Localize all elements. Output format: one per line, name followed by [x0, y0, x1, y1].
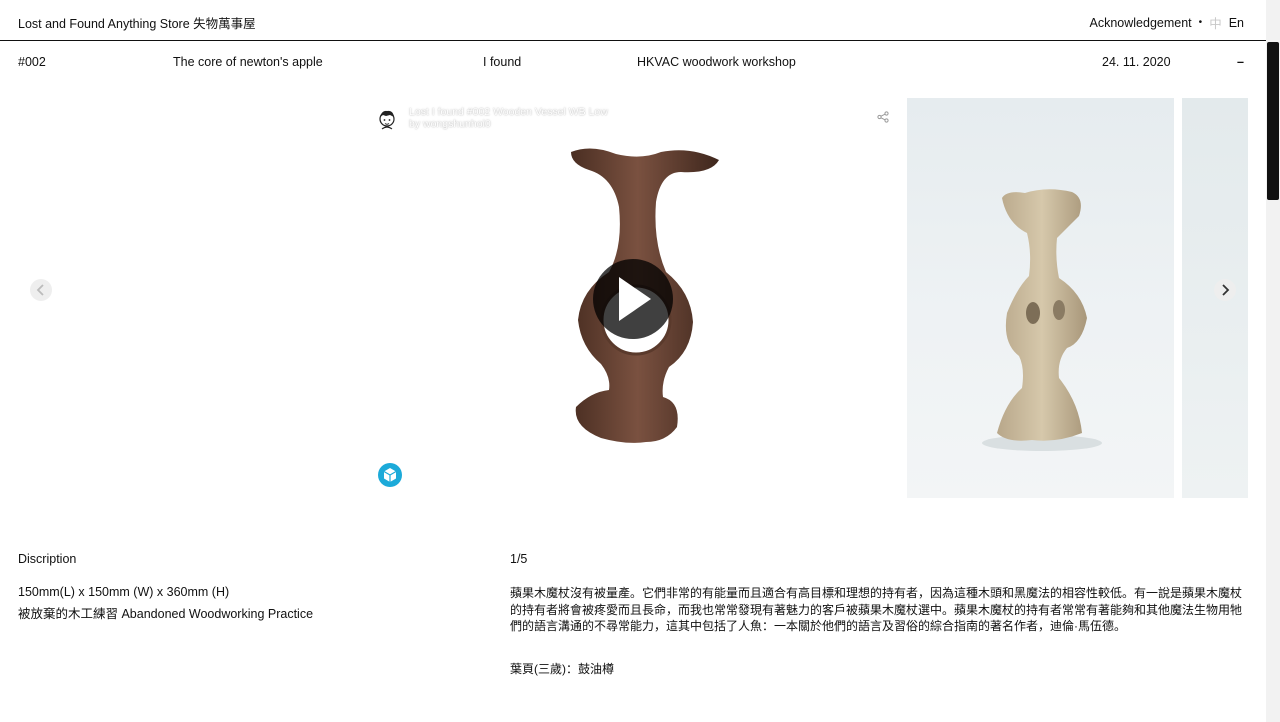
- scrollbar[interactable]: [1266, 0, 1280, 722]
- description-heading: Discription: [18, 552, 77, 566]
- play-icon: [619, 277, 651, 321]
- nav-separator: •: [1198, 17, 1203, 28]
- model-title[interactable]: Lost I found #002 Wooden Vessel WB Low: [409, 106, 608, 118]
- collapse-button[interactable]: –: [1237, 55, 1244, 69]
- share-icon[interactable]: [877, 111, 889, 123]
- item-status: I found: [483, 55, 522, 69]
- acknowledgement-link[interactable]: Acknowledgement: [1090, 16, 1192, 30]
- model-title-block[interactable]: Lost I found #002 Wooden Vessel WB Low b…: [409, 106, 608, 130]
- scrollbar-thumb[interactable]: [1267, 42, 1279, 200]
- lang-zh-link[interactable]: 中: [1209, 13, 1222, 32]
- avatar-icon[interactable]: [378, 108, 396, 130]
- material-text: 被放棄的木工練習 Abandoned Woodworking Practice: [18, 607, 314, 621]
- item-source: HKVAC woodwork workshop: [637, 55, 796, 69]
- chevron-left-icon: [36, 284, 44, 296]
- site-header: Lost and Found Anything Store 失物萬事屋 Ackn…: [0, 0, 1266, 41]
- slide-counter: 1/5: [510, 552, 528, 566]
- object-photo: [907, 98, 1174, 498]
- story-signature: 葉頁(三歲)：鼓油樽: [510, 662, 614, 676]
- carousel-prev-button[interactable]: [30, 279, 52, 301]
- sketchfab-logo-icon: [383, 468, 397, 482]
- dimensions-text: 150mm(L) x 150mm (W) x 360mm (H): [18, 585, 230, 599]
- carousel-next-button[interactable]: [1214, 279, 1236, 301]
- play-button[interactable]: [593, 259, 673, 339]
- chevron-right-icon: [1222, 284, 1230, 296]
- lang-en-link[interactable]: En: [1229, 16, 1244, 30]
- item-number: #002: [18, 55, 46, 69]
- item-row[interactable]: #002 The core of newton's apple I found …: [0, 55, 1266, 75]
- story-text: 蘋果木魔杖沒有被量產。它們非常的有能量而且適合有高目標和理想的持有者，因為這種木…: [510, 586, 1243, 633]
- item-date: 24. 11. 2020: [1102, 55, 1171, 69]
- sketchfab-logo-button[interactable]: [378, 463, 402, 487]
- site-brand[interactable]: Lost and Found Anything Store 失物萬事屋: [18, 13, 256, 32]
- model-viewer[interactable]: Lost I found #002 Wooden Vessel WB Low b…: [375, 98, 895, 498]
- clay-sculpture-image: [982, 189, 1102, 451]
- header-nav: Acknowledgement • 中 En: [1090, 13, 1244, 32]
- model-author[interactable]: by wongshunhoi0: [409, 118, 608, 130]
- item-name: The core of newton's apple: [173, 55, 323, 69]
